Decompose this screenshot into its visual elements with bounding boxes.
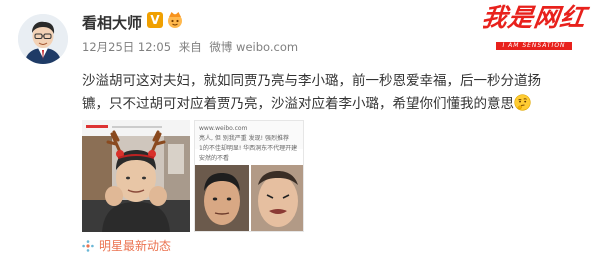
avatar-cartoon-icon xyxy=(18,14,68,64)
post-image-1[interactable] xyxy=(82,120,190,232)
username[interactable]: 看相大师 xyxy=(82,12,142,33)
topic-spark-icon xyxy=(82,240,94,252)
post-body-line1: 沙溢胡可这对夫妇，就如同贾乃亮与李小璐，前一秒恩爱幸福，后一秒分道扬 xyxy=(82,73,541,89)
image-2-text-2: 亮人, 但 别我严重 发现! 强烈推荐 xyxy=(199,135,289,142)
photo-two-faces xyxy=(195,165,303,231)
watermark-logo: 我是网红 I AM SENSATION xyxy=(480,3,589,51)
photo-man-antlers xyxy=(82,120,190,232)
image-2-text-4: 安然的不看 xyxy=(199,155,230,162)
avatar[interactable] xyxy=(18,14,68,64)
post-source[interactable]: 微博 weibo.com xyxy=(209,40,298,54)
post-body-line2: 镳，只不过胡可对应着贾乃亮，沙溢对应着李小璐，希望你们懂我的意思 xyxy=(82,96,514,112)
watermark-text: 我是网红 xyxy=(480,3,589,32)
post-timestamp[interactable]: 12月25日 12:05 xyxy=(82,40,171,54)
post-meta: 12月25日 12:05 来自 微博 weibo.com xyxy=(82,39,302,55)
verified-badge[interactable]: V xyxy=(147,12,163,28)
post-body-line2-wrap: 镳，只不过胡可对应着贾乃亮，沙溢对应着李小璐，希望你们懂我的意思 xyxy=(82,93,582,116)
weibo-post-card: 看相大师 V 12月25日 12:05 来自 微博 weibo.com 我是网红… xyxy=(0,0,600,265)
watermark-subtitle: I AM SENSATION xyxy=(496,42,572,50)
crown-badge-icon[interactable] xyxy=(166,10,184,29)
post-image-2[interactable]: www.weibo.com 亮人, 但 别我严重 发现! 强烈推荐 1的不佳却明… xyxy=(194,120,304,232)
image-2-text-3: 1的不佳却明显! 华西洞东不代理开建 xyxy=(199,145,298,152)
topic-label[interactable]: 明星最新动态 xyxy=(99,239,171,253)
source-prefix: 来自 xyxy=(178,40,202,54)
post-body: 沙溢胡可这对夫妇，就如同贾乃亮与李小璐，前一秒恩爱幸福，后一秒分道扬 镳，只不过… xyxy=(82,70,582,116)
image-2-text-1: www.weibo.com xyxy=(199,125,248,132)
topic-link[interactable]: 明星最新动态 xyxy=(82,238,171,254)
thinking-emoji-icon xyxy=(514,94,531,111)
